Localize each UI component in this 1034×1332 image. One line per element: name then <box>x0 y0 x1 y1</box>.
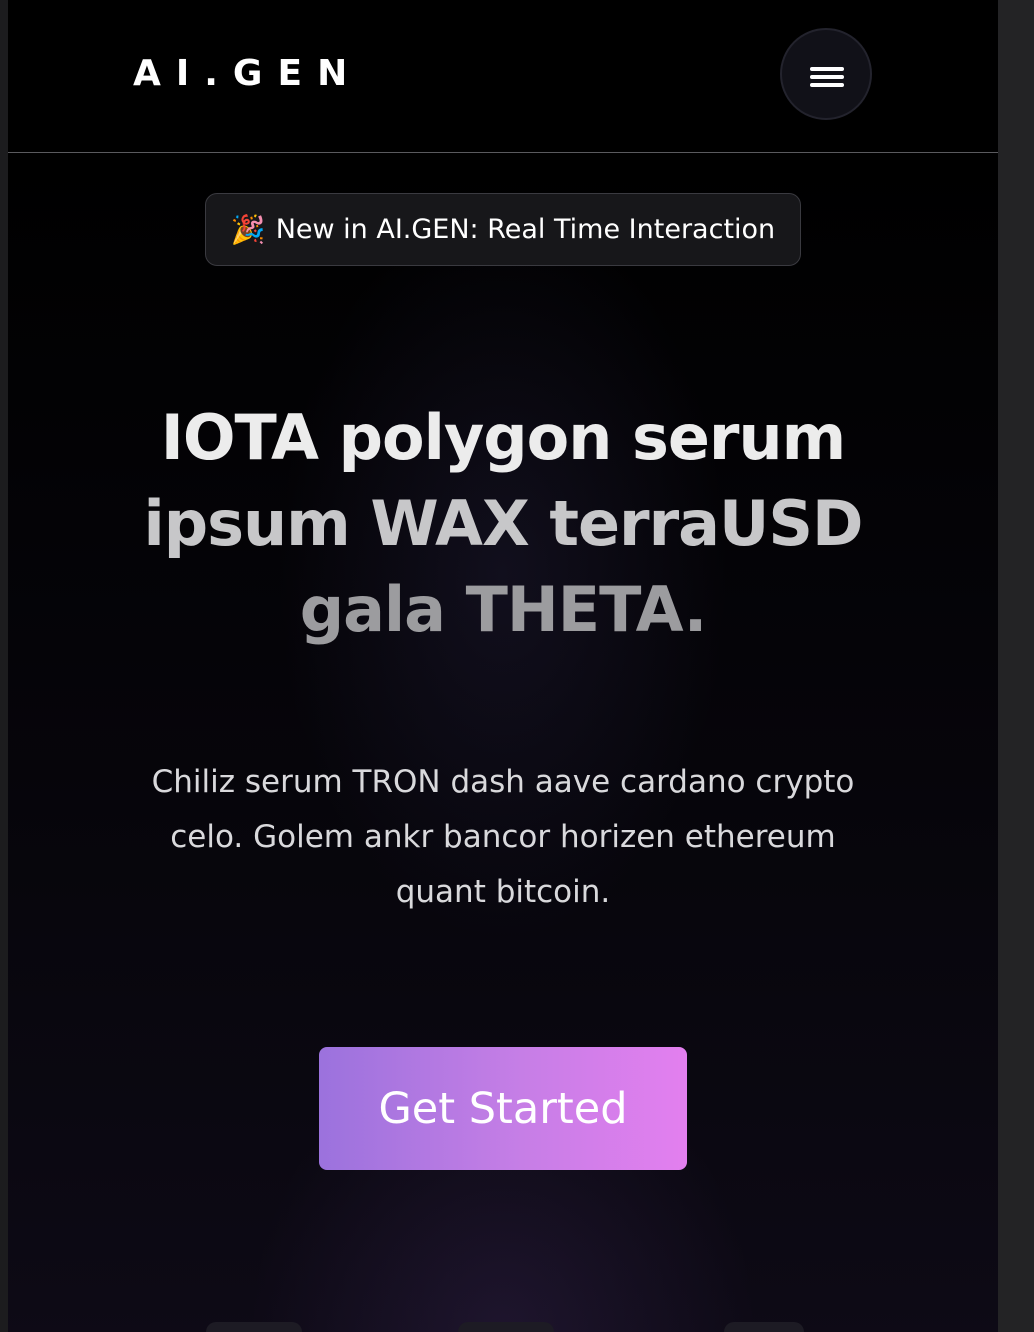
announcement-badge[interactable]: 🎉 New in AI.GEN: Real Time Interaction <box>205 193 801 266</box>
browser-frame: AI.GEN 🎉 New in AI.GEN: Real Time Intera… <box>0 0 1034 1332</box>
get-started-button[interactable]: Get Started <box>319 1047 687 1170</box>
announcement-text: New in AI.GEN: Real Time Interaction <box>275 214 776 245</box>
hero-title-line-1: IOTA polygon serum <box>160 401 846 474</box>
partial-card-center <box>458 1322 554 1332</box>
menu-bar-top <box>810 67 844 71</box>
menu-bar-bottom <box>810 83 844 87</box>
hero-title-line-3: gala THETA. <box>299 573 708 646</box>
navbar: AI.GEN <box>8 0 998 153</box>
menu-button[interactable] <box>780 28 872 120</box>
hero-title-line-2: ipsum WAX terraUSD <box>143 487 864 560</box>
logo[interactable]: AI.GEN <box>133 52 362 96</box>
page-viewport: AI.GEN 🎉 New in AI.GEN: Real Time Intera… <box>8 0 998 1332</box>
hero-subtitle: Chiliz serum TRON dash aave cardano cryp… <box>151 764 855 910</box>
party-popper-icon: 🎉 <box>230 213 266 246</box>
hero-title: IOTA polygon serum ipsum WAX terraUSD ga… <box>103 395 903 653</box>
scrollbar-track[interactable] <box>998 0 1034 1332</box>
partial-card-right <box>724 1322 804 1332</box>
menu-bar-middle <box>810 75 844 79</box>
partial-card-left <box>206 1322 302 1332</box>
